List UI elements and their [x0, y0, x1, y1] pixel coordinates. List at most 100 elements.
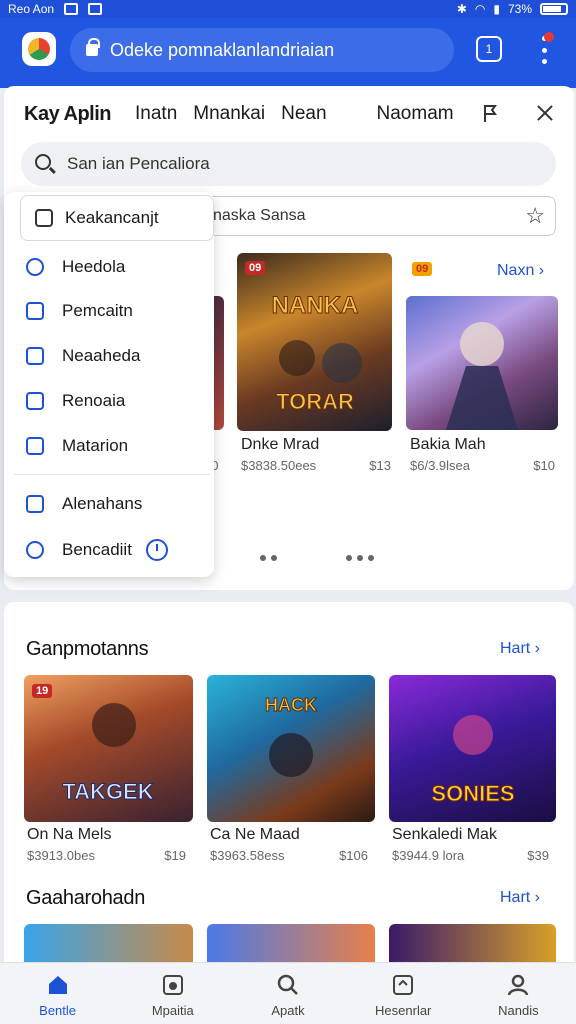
dropdown-input-text: Keakancanjt — [65, 208, 159, 227]
search-input[interactable]: San ian Pencaliora — [21, 142, 556, 186]
camera-icon — [35, 209, 53, 227]
game-meta: $3944.9 lora $39 — [392, 848, 549, 863]
carousel-dots[interactable] — [260, 555, 277, 561]
close-icon[interactable] — [535, 103, 555, 123]
address-bar[interactable]: Odeke pomnaklanlandriaian — [70, 28, 454, 72]
message-icon — [393, 975, 414, 995]
game-art-icon: NANKA TORAR — [271, 292, 362, 415]
menu-item-7[interactable]: Bencadiit — [26, 536, 168, 564]
svg-text:NANKA: NANKA — [272, 292, 359, 319]
search-icon — [35, 154, 51, 170]
game-art-icon: HACK — [265, 695, 318, 777]
menu-item-1[interactable]: Heedola — [26, 253, 125, 281]
game-title[interactable]: Dnke Mrad — [241, 436, 319, 454]
flag-icon[interactable] — [482, 103, 498, 123]
svg-text:TORAR: TORAR — [276, 389, 354, 414]
svg-text:SONIES: SONIES — [431, 781, 514, 806]
section-title: Gaaharohadn — [26, 887, 146, 909]
overflow-menu-button[interactable] — [538, 32, 554, 64]
image-icon — [162, 975, 183, 995]
nav-item-profile[interactable]: Nandis — [461, 963, 576, 1024]
wifi-icon: ◠ — [474, 2, 486, 16]
carousel-dots[interactable] — [346, 555, 374, 561]
battery-icon — [540, 3, 568, 15]
menu-item-5[interactable]: Matarion — [26, 432, 128, 460]
game-title[interactable]: Bakia Mah — [410, 436, 486, 454]
section-title: Ganpmotanns — [26, 638, 149, 660]
game-meta: $3963.58ess $106 — [210, 848, 368, 863]
see-all-link[interactable]: Hart › — [500, 889, 540, 907]
clipboard-icon — [26, 495, 44, 513]
badge: 19 — [32, 684, 53, 698]
game-art-icon: SONIES — [431, 715, 515, 807]
svg-text:HACK: HACK — [265, 695, 317, 715]
see-all-link[interactable]: Hart › — [500, 640, 540, 658]
nav-item-media[interactable]: Mpaitia — [115, 963, 230, 1024]
search-icon — [277, 974, 298, 995]
menu-item-4[interactable]: Renoaia — [26, 387, 125, 415]
game-title[interactable]: Ca Ne Maad — [210, 826, 300, 844]
game-title[interactable]: Senkaledi Mak — [392, 826, 497, 844]
tab-switcher-button[interactable]: 1 — [476, 36, 502, 62]
nav-label: Bentle — [39, 1003, 77, 1018]
game-meta: $6/3.9lsea $10 — [410, 458, 555, 473]
lock-icon — [86, 38, 100, 56]
home-icon — [48, 976, 67, 994]
badge: 09 — [412, 262, 433, 276]
game-thumb[interactable] — [207, 924, 375, 962]
menu-item-2[interactable]: Pemcaitn — [26, 297, 133, 325]
see-all-link[interactable]: Naxn › — [497, 262, 544, 280]
secondary-search-text: naska Sansa — [213, 207, 306, 224]
dropdown-input[interactable]: Keakancanjt — [20, 195, 214, 241]
panel-brand: Kay Aplin — [24, 102, 112, 125]
divider — [14, 474, 210, 475]
battery-text: 73% — [507, 2, 532, 16]
bluetooth-icon: ✱ — [456, 2, 467, 16]
game-meta: $3838.50ees $13 — [241, 458, 391, 473]
calendar-icon — [26, 302, 44, 320]
nav-item-search[interactable]: Apatk — [230, 963, 345, 1024]
search-icon — [26, 541, 44, 559]
document-icon — [26, 347, 44, 365]
game-meta: $3913.0bes $19 — [27, 848, 186, 863]
status-text: Reo Aon — [8, 2, 55, 16]
nav-item-home[interactable]: Bentle — [0, 963, 115, 1024]
tab-4[interactable]: Naomam — [377, 103, 454, 125]
clock-icon — [145, 539, 168, 561]
menu-item-3[interactable]: Neaaheda — [26, 342, 140, 370]
signal-icon: ▮ — [493, 2, 500, 16]
home-icon — [26, 437, 44, 455]
nav-item-messages[interactable]: Hesenrlar — [346, 963, 461, 1024]
search-icon — [26, 258, 44, 276]
dropdown-menu: Keakancanjt Heedola Pemcaitn Neaaheda Re… — [4, 192, 214, 577]
search-placeholder: San ian Pencaliora — [67, 154, 210, 173]
badge: 09 — [245, 261, 266, 275]
panel-tabs: Kay Aplin Inatn Mnankai Nean Naomam — [24, 100, 554, 128]
profile-icon — [508, 974, 529, 996]
game-thumb[interactable] — [24, 924, 193, 962]
app-logo-icon[interactable] — [22, 32, 56, 66]
nav-label: Hesenrlar — [375, 1003, 432, 1018]
game-thumb[interactable]: SONIES — [389, 675, 556, 822]
game-title[interactable]: On Na Mels — [27, 826, 111, 844]
menu-item-6[interactable]: Alenahans — [26, 490, 142, 518]
game-thumb[interactable]: HACK — [207, 675, 375, 822]
photo-icon — [88, 3, 103, 15]
address-bar-text: Odeke pomnaklanlandriaian — [110, 39, 335, 60]
game-thumb[interactable]: NANKA TORAR — [237, 253, 392, 431]
nav-label: Nandis — [498, 1003, 539, 1018]
status-bar: Reo Aon ✱ ◠ ▮ 73% — [0, 0, 576, 18]
tab-1[interactable]: Inatn — [135, 103, 177, 125]
svg-text:TAKGEK: TAKGEK — [62, 779, 153, 804]
bottom-navigation: Bentle Mpaitia Apatk Hesenrlar Nandis — [0, 962, 576, 1024]
game-thumb[interactable] — [389, 924, 556, 962]
star-icon[interactable]: ☆ — [525, 203, 545, 229]
tab-2[interactable]: Mnankai — [193, 103, 265, 125]
secondary-search-field[interactable]: naska Sansa ☆ — [200, 196, 556, 236]
tab-3[interactable]: Nean — [281, 103, 326, 125]
notification-dot-icon — [544, 32, 554, 42]
game-art-icon — [446, 322, 518, 430]
notification-icon — [64, 3, 79, 15]
game-thumb[interactable] — [406, 296, 558, 430]
nav-label: Apatk — [271, 1003, 305, 1018]
